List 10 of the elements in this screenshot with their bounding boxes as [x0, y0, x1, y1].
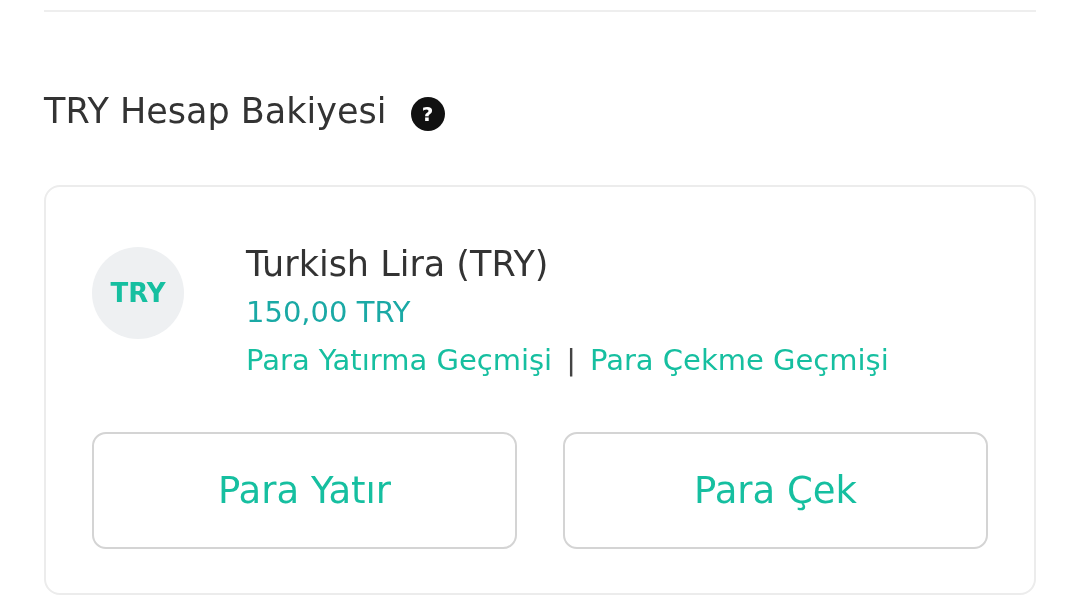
action-button[interactable]: Para Çek [563, 432, 988, 549]
section-title: TRY Hesap Bakiyesi [44, 91, 387, 131]
currency-name: Turkish Lira (TRY) [246, 243, 550, 286]
separator: | [566, 342, 576, 379]
help-icon[interactable]: ? [410, 97, 445, 131]
balance-amount: 150,00 TRY [246, 294, 412, 331]
history-link[interactable]: Para Yatırma Geçmişi [246, 340, 553, 380]
history-link[interactable]: Para Çekme Geçmişi [589, 340, 889, 380]
action-button[interactable]: Para Yatır [92, 432, 517, 549]
currency-badge: TRY [92, 247, 184, 339]
